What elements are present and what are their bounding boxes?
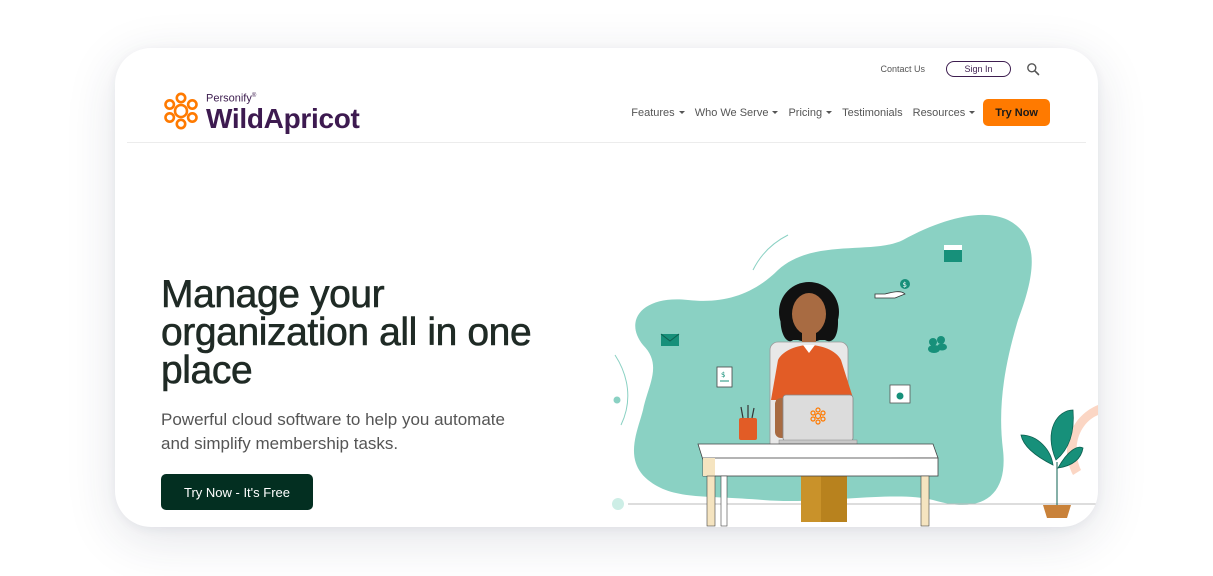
svg-text:$: $ xyxy=(721,371,725,379)
nav-testimonials[interactable]: Testimonials xyxy=(842,107,903,119)
search-icon[interactable] xyxy=(1026,62,1040,76)
nav-features[interactable]: Features xyxy=(631,107,685,119)
sign-in-button[interactable]: Sign In xyxy=(946,61,1011,77)
utility-bar: Contact Us Sign In xyxy=(880,60,1040,78)
hero-card: Contact Us Sign In Personify® WildAprico… xyxy=(115,48,1098,527)
header-divider xyxy=(127,142,1086,143)
brand-logo[interactable]: Personify® WildApricot xyxy=(161,90,360,133)
hero-subtitle: Powerful cloud software to help you auto… xyxy=(161,410,505,453)
apricot-flower-icon xyxy=(164,92,198,130)
try-now-button[interactable]: Try Now xyxy=(983,99,1050,126)
nav-who-we-serve[interactable]: Who We Serve xyxy=(695,107,779,119)
decor-dot xyxy=(613,396,621,404)
main-nav: Features Who We Serve Pricing Testimonia… xyxy=(621,99,1050,126)
try-now-free-button[interactable]: Try Now - It's Free xyxy=(161,474,313,510)
settings-window-icon xyxy=(889,384,911,404)
hero-illustration: $ $ xyxy=(612,214,1098,527)
hero-title: Manage your organization all in one plac… xyxy=(161,273,532,392)
pencil-cup xyxy=(739,418,757,440)
svg-text:$: $ xyxy=(903,281,907,289)
caret-down-icon xyxy=(826,111,833,114)
brand-name: WildApricot xyxy=(206,102,360,134)
invoice-icon: $ xyxy=(716,366,733,388)
mail-icon xyxy=(660,333,680,346)
nav-pricing[interactable]: Pricing xyxy=(788,107,833,119)
contact-us-link[interactable]: Contact Us xyxy=(880,64,925,74)
nav-resources[interactable]: Resources xyxy=(913,107,976,119)
calendar-icon xyxy=(944,245,962,262)
caret-down-icon xyxy=(678,111,685,114)
decor-dot xyxy=(612,498,624,510)
caret-down-icon xyxy=(969,111,976,114)
caret-down-icon xyxy=(772,111,779,114)
